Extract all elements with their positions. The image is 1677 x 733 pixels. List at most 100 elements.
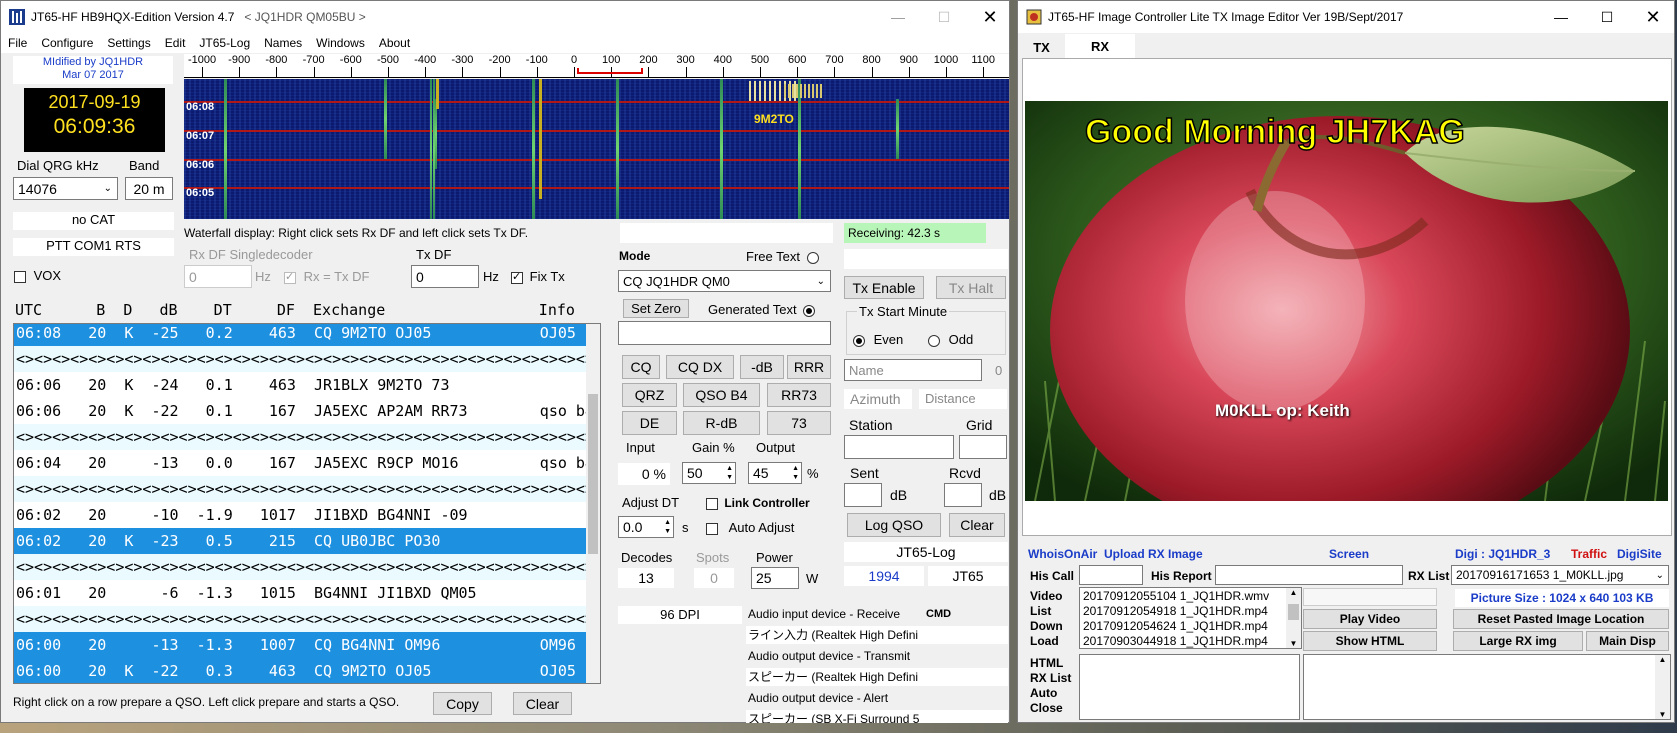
- traffic-link[interactable]: Traffic: [1571, 547, 1607, 561]
- rrr-button[interactable]: RRR: [787, 355, 831, 379]
- auto-adjust-checkbox[interactable]: Auto Adjust: [706, 520, 794, 535]
- table-row[interactable]: <><><><><><><><><><><><><><><><><><><><>…: [14, 346, 594, 372]
- rcvd-field[interactable]: [944, 483, 982, 507]
- html-textarea[interactable]: [1079, 654, 1300, 720]
- minus-db-button[interactable]: -dB: [740, 355, 784, 379]
- scrollbar-thumb[interactable]: [1288, 604, 1299, 620]
- play-video-button[interactable]: Play Video: [1303, 609, 1437, 629]
- scrollbar[interactable]: ▲ ▼: [1655, 655, 1670, 719]
- menu-settings[interactable]: Settings: [100, 36, 157, 50]
- odd-radio[interactable]: Odd: [928, 332, 973, 347]
- output-spin[interactable]: 45 ▲ ▼: [748, 462, 802, 484]
- link-controller-checkbox[interactable]: Link Controller: [706, 496, 810, 510]
- tx-halt-button[interactable]: Tx Halt: [936, 276, 1006, 299]
- menu-names[interactable]: Names: [257, 36, 309, 50]
- his-report-field[interactable]: [1215, 565, 1403, 585]
- grid-field[interactable]: [959, 435, 1007, 459]
- scrollbar-thumb[interactable]: [588, 394, 598, 554]
- table-row[interactable]: 06:01 20 -6 -1.3 1015 BG4NNI JI1BXD QM05: [14, 580, 586, 606]
- whois-on-air-link[interactable]: WhoisOnAir: [1028, 547, 1097, 561]
- adjust-dt-spin[interactable]: 0.0 ▲ ▼: [618, 516, 674, 538]
- digi-link[interactable]: Digi : JQ1HDR_3: [1455, 547, 1550, 561]
- menu-about[interactable]: About: [372, 36, 417, 50]
- scroll-up-icon[interactable]: ▲: [1286, 588, 1301, 597]
- table-row[interactable]: <><><><><><><><><><><><><><><><><><><><>…: [14, 554, 594, 580]
- maximize-button[interactable]: ☐: [921, 1, 967, 33]
- clear-log-button[interactable]: Clear: [949, 513, 1005, 537]
- generated-text-radio[interactable]: Generated Text: [708, 302, 816, 317]
- screen-link[interactable]: Screen: [1329, 547, 1369, 561]
- fix-tx-checkbox[interactable]: Fix Tx: [511, 269, 565, 284]
- file-item[interactable]: 20170912055104 1_JQ1HDR.wmv: [1083, 589, 1269, 604]
- free-text-radio[interactable]: Free Text: [746, 249, 819, 264]
- seventy-three-button[interactable]: 73: [767, 411, 831, 435]
- menu-edit[interactable]: Edit: [158, 36, 193, 50]
- gain-spin[interactable]: 50 ▲ ▼: [682, 462, 736, 484]
- tx-enable-button[interactable]: Tx Enable: [844, 276, 924, 299]
- menu-file[interactable]: File: [1, 36, 34, 50]
- table-row[interactable]: 06:02 20 K -23 0.5 215 CQ UB0JBC PO30: [14, 528, 586, 554]
- upload-rx-image-link[interactable]: Upload RX Image: [1104, 547, 1203, 561]
- qso-b4-button[interactable]: QSO B4: [683, 383, 760, 407]
- close-button[interactable]: ✕: [967, 1, 1013, 33]
- table-row[interactable]: <><><><><><><><><><><><><><><><><><><><>…: [14, 476, 594, 502]
- table-row[interactable]: 06:00 20 -13 -1.3 1007 CQ BG4NNI OM96 OM…: [14, 632, 586, 658]
- scroll-down-icon[interactable]: ▼: [1655, 710, 1670, 719]
- spin-arrows-icon[interactable]: ▲ ▼: [726, 464, 733, 482]
- table-row[interactable]: 06:04 20 -13 0.0 167 JA5EXC R9CP MO16 qs…: [14, 450, 594, 476]
- qrz-button[interactable]: QRZ: [622, 383, 677, 407]
- spin-arrows-icon[interactable]: ▲ ▼: [664, 518, 671, 536]
- scroll-up-icon[interactable]: ▲: [1655, 655, 1670, 664]
- rx-image[interactable]: Good Morning JH7KAG M0KLL op: Keith: [1025, 101, 1668, 501]
- file-item[interactable]: 20170912054918 1_JQ1HDR.mp4: [1083, 604, 1268, 619]
- cmd-label[interactable]: CMD: [926, 608, 951, 620]
- clear-button[interactable]: Clear: [513, 692, 572, 715]
- message-select[interactable]: CQ JQ1HDR QM0 ⌄: [618, 270, 831, 292]
- audio-in-device[interactable]: ライン入力 (Realtek High Defini: [746, 626, 1008, 644]
- tx-df-field[interactable]: 0: [411, 265, 479, 288]
- table-row[interactable]: 06:02 20 -10 -1.9 1017 JI1BXD BG4NNI -09: [14, 502, 586, 528]
- main-disp-button[interactable]: Main Disp: [1586, 631, 1669, 651]
- his-call-field[interactable]: [1079, 565, 1143, 585]
- copy-button[interactable]: Copy: [433, 692, 492, 715]
- menu-configure[interactable]: Configure: [34, 36, 100, 50]
- scrollbar[interactable]: [586, 324, 600, 683]
- dial-select[interactable]: 14076 ⌄: [13, 177, 118, 200]
- de-button[interactable]: DE: [622, 411, 677, 435]
- rr73-button[interactable]: RR73: [767, 383, 831, 407]
- power-field[interactable]: 25: [751, 567, 799, 589]
- video-file-list[interactable]: 20170912055104 1_JQ1HDR.wmv 201709120549…: [1079, 587, 1302, 649]
- tab-rx[interactable]: RX: [1065, 34, 1135, 58]
- waterfall-display[interactable]: 06:08 06:07 06:06 06:05 9M2TO: [184, 79, 1009, 219]
- scroll-down-icon[interactable]: ▼: [1286, 639, 1301, 648]
- menu-jt65-log[interactable]: JT65-Log: [192, 36, 257, 50]
- cq-dx-button[interactable]: CQ DX: [666, 355, 734, 379]
- digisite-link[interactable]: DigiSite: [1617, 547, 1662, 561]
- close-button[interactable]: ✕: [1630, 1, 1676, 33]
- r-db-button[interactable]: R-dB: [683, 411, 760, 435]
- table-row[interactable]: 06:00 20 K -22 0.3 463 CQ 9M2TO OJ05 OJ0…: [14, 658, 586, 683]
- station-field[interactable]: [844, 435, 954, 459]
- log-qso-button[interactable]: Log QSO: [847, 513, 941, 537]
- audio-alert-device[interactable]: スピーカー (SB X-Fi Surround 5: [746, 710, 1008, 723]
- audio-out-device[interactable]: スピーカー (Realtek High Defini: [746, 668, 1008, 686]
- minimize-button[interactable]: —: [1538, 1, 1584, 33]
- decode-table[interactable]: 06:08 20 K -25 0.2 463 CQ 9M2TO OJ05 OJ0…: [13, 323, 601, 684]
- tab-tx[interactable]: TX: [1018, 36, 1065, 58]
- file-item[interactable]: 20170912054624 1_JQ1HDR.mp4: [1083, 619, 1268, 634]
- table-row[interactable]: 06:08 20 K -25 0.2 463 CQ 9M2TO OJ05 OJ0…: [14, 324, 586, 346]
- even-radio[interactable]: Even: [853, 332, 903, 347]
- reset-image-location-button[interactable]: Reset Pasted Image Location: [1453, 609, 1669, 629]
- table-row[interactable]: <><><><><><><><><><><><><><><><><><><><>…: [14, 606, 594, 632]
- table-row[interactable]: 06:06 20 K -24 0.1 463 JR1BLX 9M2TO 73: [14, 372, 586, 398]
- scrollbar[interactable]: ▲ ▼: [1286, 588, 1301, 648]
- maximize-button[interactable]: ☐: [1584, 1, 1630, 33]
- generated-text-field[interactable]: [618, 321, 831, 345]
- menu-windows[interactable]: Windows: [309, 36, 372, 50]
- cq-button[interactable]: CQ: [622, 355, 660, 379]
- table-row[interactable]: <><><><><><><><><><><><><><><><><><><><>…: [14, 424, 594, 450]
- band-field[interactable]: 20 m: [125, 177, 173, 200]
- set-zero-button[interactable]: Set Zero: [623, 299, 689, 318]
- table-row[interactable]: 06:06 20 K -22 0.1 167 JA5EXC AP2AM RR73…: [14, 398, 594, 424]
- file-item[interactable]: 20170903044918 1_JQ1HDR.mp4: [1083, 634, 1268, 649]
